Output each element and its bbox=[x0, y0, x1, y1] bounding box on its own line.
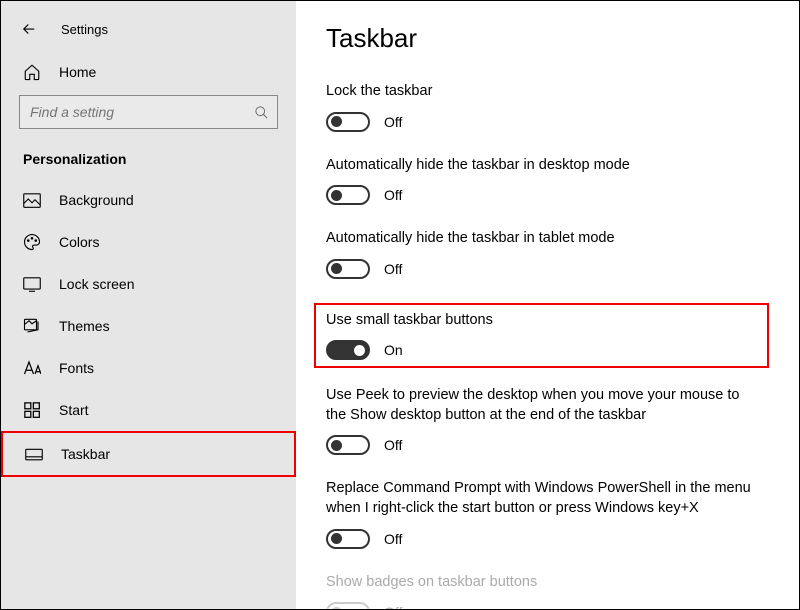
nav-label: Themes bbox=[59, 318, 110, 334]
arrow-left-icon bbox=[20, 20, 38, 38]
nav-label: Start bbox=[59, 402, 89, 418]
toggle-state: Off bbox=[384, 437, 402, 453]
nav-label: Background bbox=[59, 192, 134, 208]
setting-label: Use Peek to preview the desktop when you… bbox=[326, 386, 756, 425]
toggle-small-buttons[interactable] bbox=[326, 340, 370, 360]
home-label: Home bbox=[59, 64, 96, 80]
toggle-autohide-desktop[interactable] bbox=[326, 185, 370, 205]
home-icon bbox=[23, 63, 41, 81]
sidebar-item-start[interactable]: Start bbox=[1, 389, 296, 431]
sidebar-item-themes[interactable]: Themes bbox=[1, 305, 296, 347]
toggle-state: Off bbox=[384, 261, 402, 277]
sidebar-item-lock-screen[interactable]: Lock screen bbox=[1, 263, 296, 305]
main-content: Taskbar Lock the taskbar Off Automatical… bbox=[296, 1, 799, 609]
toggle-state: Off bbox=[384, 187, 402, 203]
palette-icon bbox=[23, 233, 41, 251]
sidebar-item-home[interactable]: Home bbox=[1, 53, 296, 91]
toggle-peek-preview[interactable] bbox=[326, 435, 370, 455]
nav-label: Lock screen bbox=[59, 276, 134, 292]
nav-label: Fonts bbox=[59, 360, 94, 376]
setting-autohide-tablet: Automatically hide the taskbar in tablet… bbox=[326, 229, 769, 279]
sidebar-item-fonts[interactable]: Fonts bbox=[1, 347, 296, 389]
nav-label: Taskbar bbox=[61, 446, 110, 462]
sidebar: Settings Home Personalization Background… bbox=[1, 1, 296, 609]
toggle-replace-cmd[interactable] bbox=[326, 529, 370, 549]
lock-screen-icon bbox=[23, 275, 41, 293]
setting-label: Use small taskbar buttons bbox=[326, 311, 756, 331]
toggle-state: Off bbox=[384, 604, 402, 609]
sidebar-item-taskbar[interactable]: Taskbar bbox=[1, 431, 296, 477]
search-box[interactable] bbox=[19, 95, 278, 129]
toggle-state: On bbox=[384, 342, 403, 358]
nav-label: Colors bbox=[59, 234, 99, 250]
title-bar: Settings bbox=[1, 9, 296, 53]
setting-label: Automatically hide the taskbar in deskto… bbox=[326, 156, 756, 176]
themes-icon bbox=[23, 317, 41, 335]
setting-label: Lock the taskbar bbox=[326, 82, 756, 102]
setting-label: Replace Command Prompt with Windows Powe… bbox=[326, 479, 756, 518]
setting-label: Automatically hide the taskbar in tablet… bbox=[326, 229, 756, 249]
back-button[interactable] bbox=[17, 17, 41, 41]
setting-show-badges: Show badges on taskbar buttons Off bbox=[326, 573, 769, 610]
app-title: Settings bbox=[61, 22, 108, 37]
image-icon bbox=[23, 191, 41, 209]
setting-lock-taskbar: Lock the taskbar Off bbox=[326, 82, 769, 132]
toggle-lock-taskbar[interactable] bbox=[326, 112, 370, 132]
toggle-state: Off bbox=[384, 531, 402, 547]
page-title: Taskbar bbox=[326, 23, 769, 54]
setting-small-buttons: Use small taskbar buttons On bbox=[314, 303, 769, 369]
toggle-autohide-tablet[interactable] bbox=[326, 259, 370, 279]
toggle-state: Off bbox=[384, 114, 402, 130]
category-title: Personalization bbox=[1, 147, 296, 179]
setting-replace-cmd: Replace Command Prompt with Windows Powe… bbox=[326, 479, 769, 548]
search-icon bbox=[253, 104, 269, 120]
sidebar-item-background[interactable]: Background bbox=[1, 179, 296, 221]
fonts-icon bbox=[23, 359, 41, 377]
search-input[interactable] bbox=[30, 104, 253, 120]
setting-label: Show badges on taskbar buttons bbox=[326, 573, 756, 593]
toggle-show-badges bbox=[326, 602, 370, 609]
sidebar-item-colors[interactable]: Colors bbox=[1, 221, 296, 263]
start-icon bbox=[23, 401, 41, 419]
setting-autohide-desktop: Automatically hide the taskbar in deskto… bbox=[326, 156, 769, 206]
setting-peek-preview: Use Peek to preview the desktop when you… bbox=[326, 386, 769, 455]
taskbar-icon bbox=[25, 445, 43, 463]
